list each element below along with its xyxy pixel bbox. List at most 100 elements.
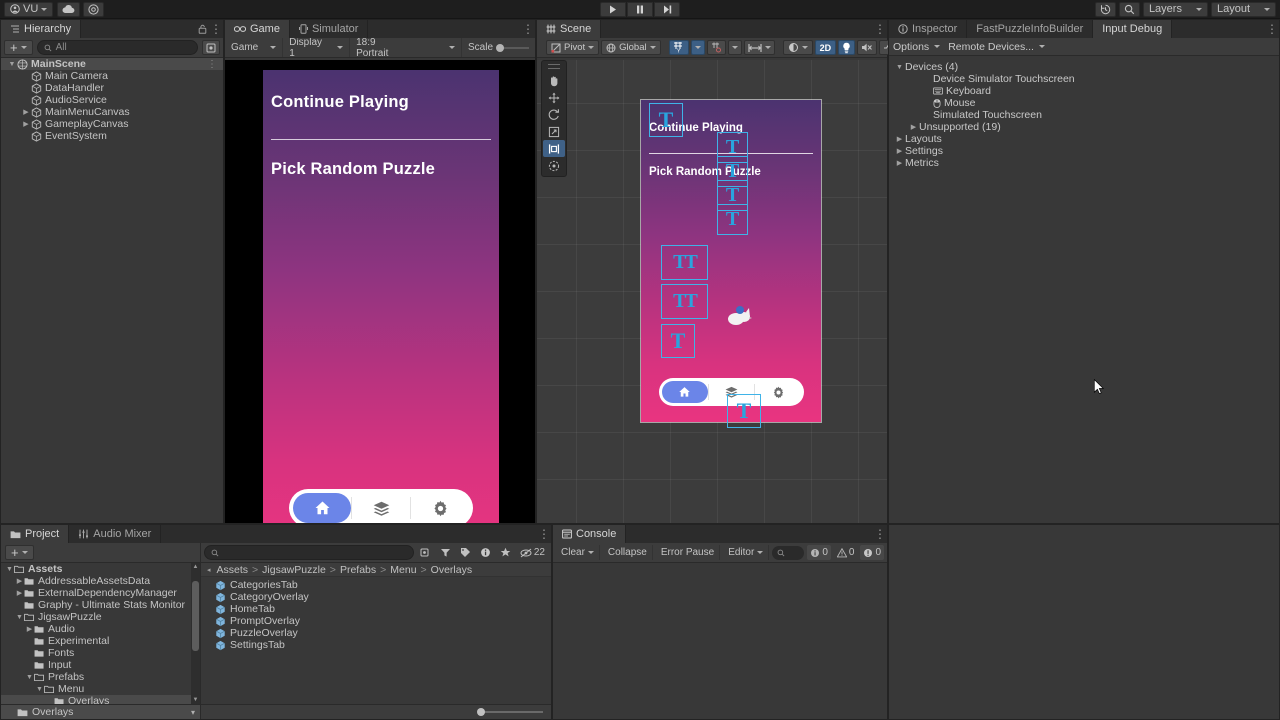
input-debug-row-settings[interactable]: ▶ Settings (889, 145, 1279, 157)
console-error-pause-button[interactable]: Error Pause (656, 545, 721, 560)
nav-settings-button[interactable] (411, 493, 469, 523)
chevron-right-icon[interactable]: ▶ (25, 625, 34, 633)
chevron-down-icon[interactable]: ▼ (5, 566, 14, 573)
asset-item-categoriestab[interactable]: CategoriesTab (201, 579, 551, 591)
cloud-settings-button[interactable] (83, 1, 105, 17)
zoom-knob[interactable] (477, 708, 485, 716)
rect-tool-button[interactable] (543, 140, 565, 157)
project-hidden-badge[interactable]: 22 (517, 545, 548, 560)
project-favorites-button[interactable] (497, 545, 514, 560)
input-debug-row-simulated-touchscreen[interactable]: Simulated Touchscreen (889, 109, 1279, 121)
breadcrumb-item-prefabs[interactable]: Prefabs (340, 564, 376, 576)
transform-tool-button[interactable] (543, 157, 565, 174)
project-tree-item-prefabs[interactable]: ▼ Prefabs (1, 671, 191, 683)
project-tree-item-audio[interactable]: ▶ Audio (1, 623, 191, 635)
input-debug-row-device-simulator-touchscreen[interactable]: Device Simulator Touchscreen (889, 73, 1279, 85)
chevron-down-icon[interactable]: ▾ (191, 708, 200, 717)
project-tree-item-overlays[interactable]: Overlays (1, 695, 191, 704)
play-button[interactable] (600, 1, 626, 17)
project-zoom-slider[interactable] (201, 708, 551, 716)
project-search-input[interactable] (204, 545, 414, 560)
tab-fastpuzzleinfobuilder[interactable]: FastPuzzleInfoBuilder (967, 20, 1094, 38)
project-save-search-button[interactable] (417, 545, 434, 560)
project-tree-item-fonts[interactable]: Fonts (1, 647, 191, 659)
project-tree-item-experimental[interactable]: Experimental (1, 635, 191, 647)
asset-item-promptoverlay[interactable]: PromptOverlay (201, 615, 551, 627)
chevron-right-icon[interactable]: ▶ (894, 147, 905, 155)
chevron-right-icon[interactable]: ▶ (15, 589, 24, 597)
hierarchy-filter-button[interactable] (202, 40, 220, 55)
scene-lighting-toggle[interactable] (838, 40, 856, 55)
grid-snap-dropdown[interactable] (690, 40, 705, 55)
project-add-button[interactable]: + (5, 545, 34, 560)
console-clear-button[interactable]: Clear (556, 545, 600, 560)
pause-button[interactable] (627, 1, 653, 17)
snap-increment-toggle[interactable] (706, 40, 726, 55)
text-gizmo-wide[interactable]: TT (661, 284, 708, 319)
chevron-right-icon[interactable]: ▶ (21, 120, 31, 128)
scroll-up-arrow[interactable]: ▲ (192, 564, 199, 570)
chevron-down-icon[interactable]: ▼ (35, 686, 44, 693)
tab-inspector[interactable]: Inspector (889, 20, 968, 38)
console-error-count[interactable]: 0 (860, 545, 884, 560)
project-tree-item-assets[interactable]: ▼ Assets (1, 563, 191, 575)
console-collapse-button[interactable]: Collapse (603, 545, 653, 560)
move-tool-button[interactable] (543, 89, 565, 106)
scroll-down-arrow[interactable]: ▼ (192, 697, 199, 703)
project-tree-item-jigsawpuzzle[interactable]: ▼ JigsawPuzzle (1, 611, 191, 623)
chevron-down-icon[interactable]: ▼ (15, 614, 24, 621)
text-gizmo[interactable]: T (717, 204, 748, 235)
project-tree-item-graphy-ultimate-stats-monitor[interactable]: Graphy - Ultimate Stats Monitor (1, 599, 191, 611)
breadcrumb-item-overlays[interactable]: Overlays (431, 564, 472, 576)
project-selected-folder[interactable]: Overlays ▾ (1, 705, 201, 719)
global-dropdown[interactable]: Global (601, 40, 661, 55)
lighting-dropdown[interactable] (782, 40, 813, 55)
text-gizmo[interactable]: T (649, 103, 683, 137)
search-button[interactable] (1118, 1, 1140, 17)
audio-listener-gizmo[interactable] (725, 303, 753, 331)
input-debug-row-mouse[interactable]: Mouse (889, 97, 1279, 109)
console-warning-count[interactable]: 0 (834, 545, 858, 560)
console-log-count[interactable]: 0 (807, 545, 831, 560)
step-button[interactable] (654, 1, 680, 17)
text-gizmo[interactable]: T (661, 324, 695, 358)
project-tree-item-menu[interactable]: ▼ Menu (1, 683, 191, 695)
input-debug-row-metrics[interactable]: ▶ Metrics (889, 157, 1279, 169)
scale-slider[interactable]: Scale (462, 38, 535, 57)
tab-input-debug[interactable]: Input Debug (1093, 20, 1173, 38)
chevron-right-icon[interactable]: ▶ (15, 577, 24, 585)
inspector-menu-button[interactable]: ⋮ (1265, 20, 1279, 38)
chevron-down-icon[interactable]: ▼ (25, 674, 34, 681)
game-mode-dropdown[interactable]: Game (225, 38, 284, 57)
cloud-button[interactable] (57, 1, 81, 17)
hierarchy-item-mainmenucanvas[interactable]: ▶ MainMenuCanvas (1, 106, 223, 118)
project-tree-scroll-thumb[interactable] (192, 581, 199, 651)
nav-categories-button[interactable] (352, 493, 410, 523)
project-tree-scrollbar[interactable]: ▲ ▼ (191, 563, 200, 704)
breadcrumb-item-jigsawpuzzle[interactable]: JigsawPuzzle (262, 564, 326, 576)
display-dropdown[interactable]: Display 1 (283, 37, 351, 59)
chevron-down-icon[interactable]: ▼ (7, 61, 17, 68)
project-info-button[interactable] (477, 545, 494, 560)
hierarchy-search-input[interactable]: All (36, 40, 198, 55)
tab-console[interactable]: Console (553, 525, 627, 543)
breadcrumb-item-assets[interactable]: Assets (217, 564, 249, 576)
hierarchy-item-audioservice[interactable]: AudioService (1, 94, 223, 106)
history-button[interactable] (1094, 1, 1116, 17)
tab-scene[interactable]: Scene (537, 20, 602, 38)
console-log-area[interactable] (553, 563, 887, 719)
asset-item-settingstab[interactable]: SettingsTab (201, 639, 551, 651)
scale-track[interactable] (496, 43, 529, 52)
input-debug-row-layouts[interactable]: ▶ Layouts (889, 133, 1279, 145)
breadcrumb-back-icon[interactable]: ◂ (207, 566, 211, 574)
tab-hierarchy[interactable]: Hierarchy (1, 20, 82, 38)
rotate-tool-button[interactable] (543, 106, 565, 123)
account-button[interactable]: VU (4, 1, 54, 17)
tab-simulator[interactable]: Simulator (289, 20, 369, 38)
2d-toggle[interactable]: 2D (814, 40, 837, 55)
hierarchy-item-mainscene[interactable]: ▼ MainScene ⋮ (1, 58, 223, 70)
component-tools-toggle[interactable] (743, 40, 775, 55)
console-menu-button[interactable]: ⋮ (873, 525, 887, 543)
hierarchy-item-gameplaycanvas[interactable]: ▶ GameplayCanvas (1, 118, 223, 130)
chevron-down-icon[interactable]: ▼ (894, 64, 905, 71)
